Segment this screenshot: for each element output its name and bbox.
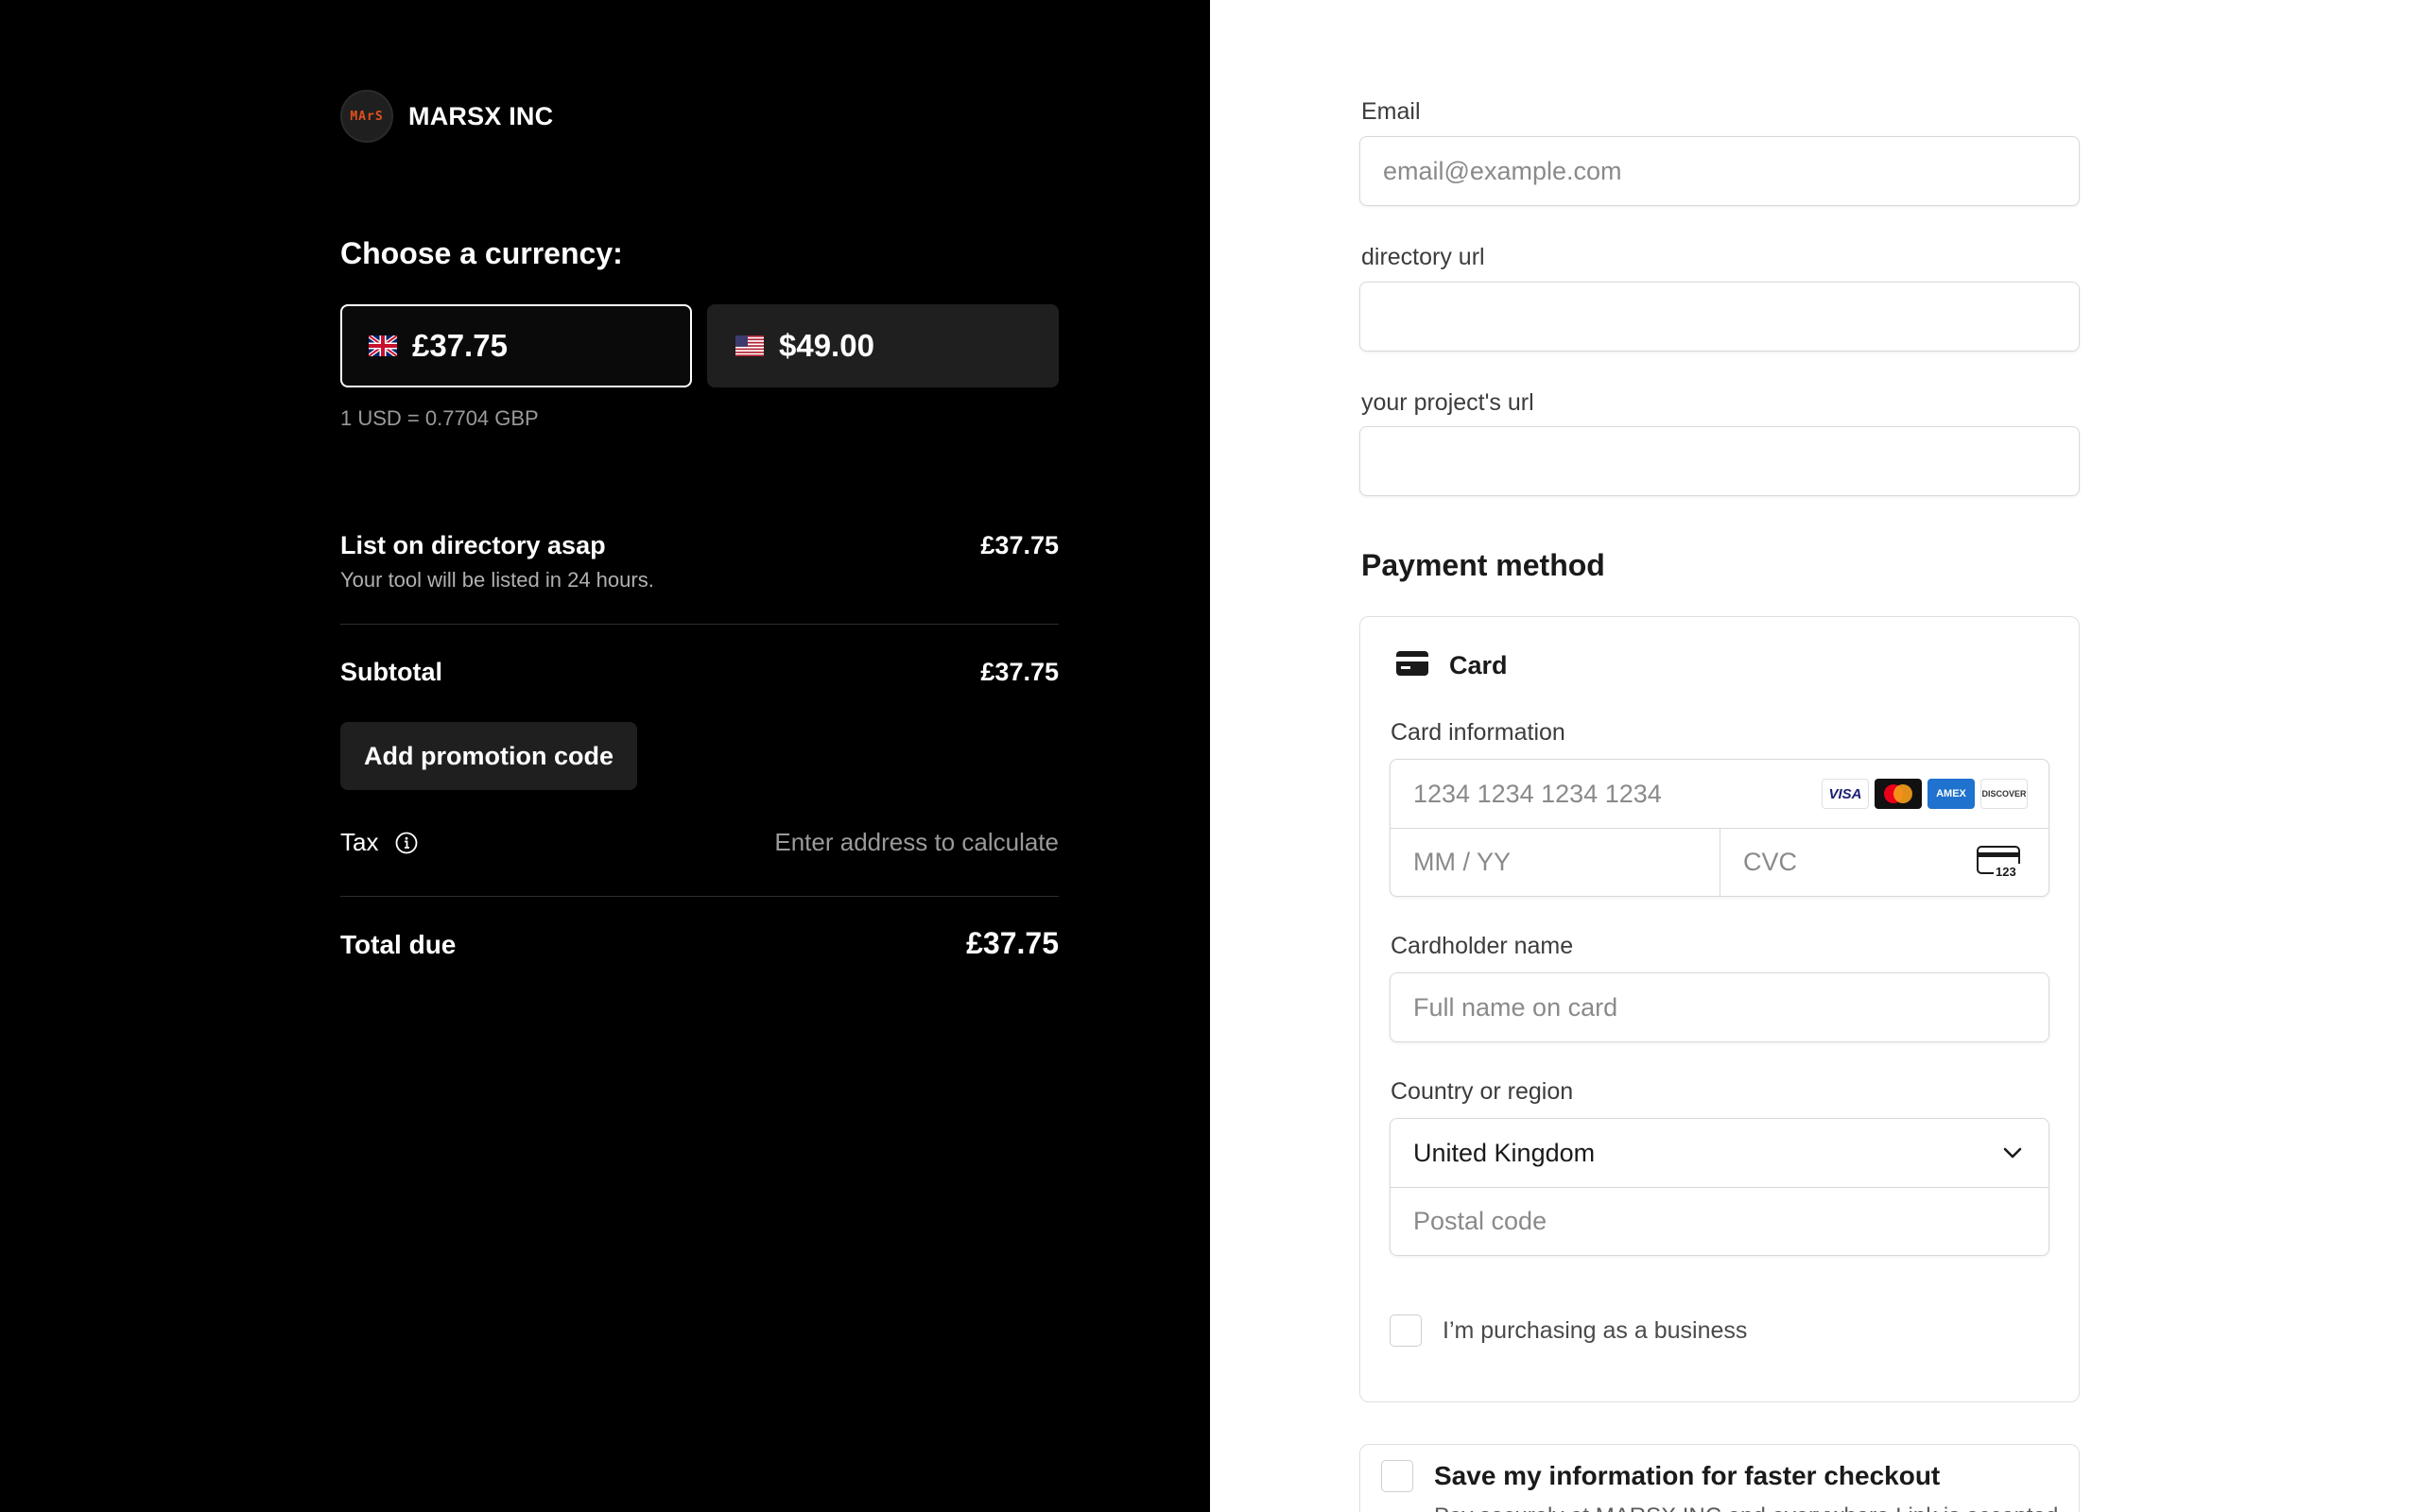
cardholder-name-placeholder: Full name on card [1413,992,1618,1022]
email-input[interactable] [1359,136,2080,206]
postal-code-field[interactable]: Postal code [1391,1187,2048,1255]
card-payment-section: Card Card information 1234 1234 1234 123… [1359,616,2080,1402]
chevron-down-icon [2001,1142,2024,1169]
visa-icon: VISA [1822,779,1869,809]
card-method-header[interactable]: Card [1396,651,1508,680]
exchange-rate: 1 USD = 0.7704 GBP [340,406,539,430]
email-label: Email [1361,98,1421,125]
project-url-input[interactable] [1359,426,2080,496]
total-amount: £37.75 [966,926,1059,960]
cvc-field[interactable]: CVC 123 [1720,828,2048,897]
uk-flag-icon [369,335,397,356]
save-info-checkbox[interactable] [1381,1460,1413,1492]
business-label: I’m purchasing as a business [1443,1316,1748,1344]
tax-row: Tax Enter address to calculate [340,828,1059,857]
line-item-amount: £37.75 [980,531,1059,559]
subtotal-row: Subtotal £37.75 [340,658,1059,687]
currency-price-usd: $49.00 [779,328,874,363]
merchant-logo-text: MArS [350,109,384,124]
line-item: List on directory asap Your tool will be… [340,531,1059,593]
amex-icon: AMEX [1927,779,1975,809]
card-number-field[interactable]: 1234 1234 1234 1234 VISA AMEX DISCOVER [1391,760,2048,828]
discover-icon: DISCOVER [1980,779,2028,809]
tax-label: Tax [340,828,379,856]
country-region-label: Country or region [1391,1078,1574,1105]
payment-method-title: Payment method [1361,548,1605,582]
total-row: Total due £37.75 [340,926,1059,960]
currency-option-gbp[interactable]: £37.75 [340,304,692,387]
business-purchase-row[interactable]: I’m purchasing as a business [1390,1314,1747,1347]
currency-price-gbp: £37.75 [412,328,508,363]
postal-code-placeholder: Postal code [1413,1207,1547,1235]
order-summary-panel: MArS MARSX INC Choose a currency: £37.75 [0,0,1210,1512]
info-icon[interactable] [395,832,418,854]
currency-title: Choose a currency: [340,236,623,270]
card-information-label: Card information [1391,719,1565,746]
cvc-placeholder: CVC [1743,848,1798,876]
cardholder-name-field[interactable]: Full name on card [1390,972,2049,1042]
card-number-placeholder: 1234 1234 1234 1234 [1413,779,1662,808]
total-label: Total due [340,930,457,959]
divider [340,624,1059,625]
address-group: United Kingdom Postal code [1390,1118,2049,1256]
cvc-card-icon: 123 [1977,845,2020,883]
country-value: United Kingdom [1413,1138,1596,1167]
card-information-group: 1234 1234 1234 1234 VISA AMEX DISCOVER M… [1390,759,2049,897]
merchant-brand[interactable]: MArS MARSX INC [340,90,553,143]
add-promotion-code-button[interactable]: Add promotion code [340,722,637,790]
card-brands: VISA AMEX DISCOVER [1822,779,2028,809]
project-url-label: your project's url [1361,389,1534,416]
business-checkbox[interactable] [1390,1314,1422,1347]
currency-option-usd[interactable]: $49.00 [707,304,1059,387]
directory-url-label: directory url [1361,244,1485,270]
line-item-description: Your tool will be listed in 24 hours. [340,568,654,592]
divider [340,896,1059,897]
save-info-section: Save my information for faster checkout … [1359,1444,2080,1512]
country-select[interactable]: United Kingdom [1391,1119,2048,1187]
credit-card-icon [1396,651,1428,680]
us-flag-icon [735,335,764,356]
expiry-field[interactable]: MM / YY [1391,829,1720,897]
cardholder-name-label: Cardholder name [1391,933,1574,959]
tax-value: Enter address to calculate [774,828,1059,856]
line-item-name: List on directory asap [340,531,606,559]
subtotal-label: Subtotal [340,658,442,686]
expiry-placeholder: MM / YY [1413,848,1512,876]
mastercard-icon [1875,779,1922,809]
card-expiry-cvc-row: MM / YY CVC 123 [1391,828,2048,897]
card-method-label: Card [1449,651,1508,679]
svg-text:123: 123 [1996,865,2016,878]
save-info-label: Save my information for faster checkout [1434,1461,1941,1490]
subtotal-amount: £37.75 [980,658,1059,686]
save-info-row[interactable]: Save my information for faster checkout [1381,1460,1940,1492]
merchant-name: MARSX INC [408,101,554,130]
directory-url-input[interactable] [1359,282,2080,352]
payment-form-panel: Email directory url your project's url P… [1210,0,2420,1512]
merchant-logo: MArS [340,90,393,143]
save-info-description: Pay securely at MARSX INC and everywhere… [1434,1503,2065,1512]
